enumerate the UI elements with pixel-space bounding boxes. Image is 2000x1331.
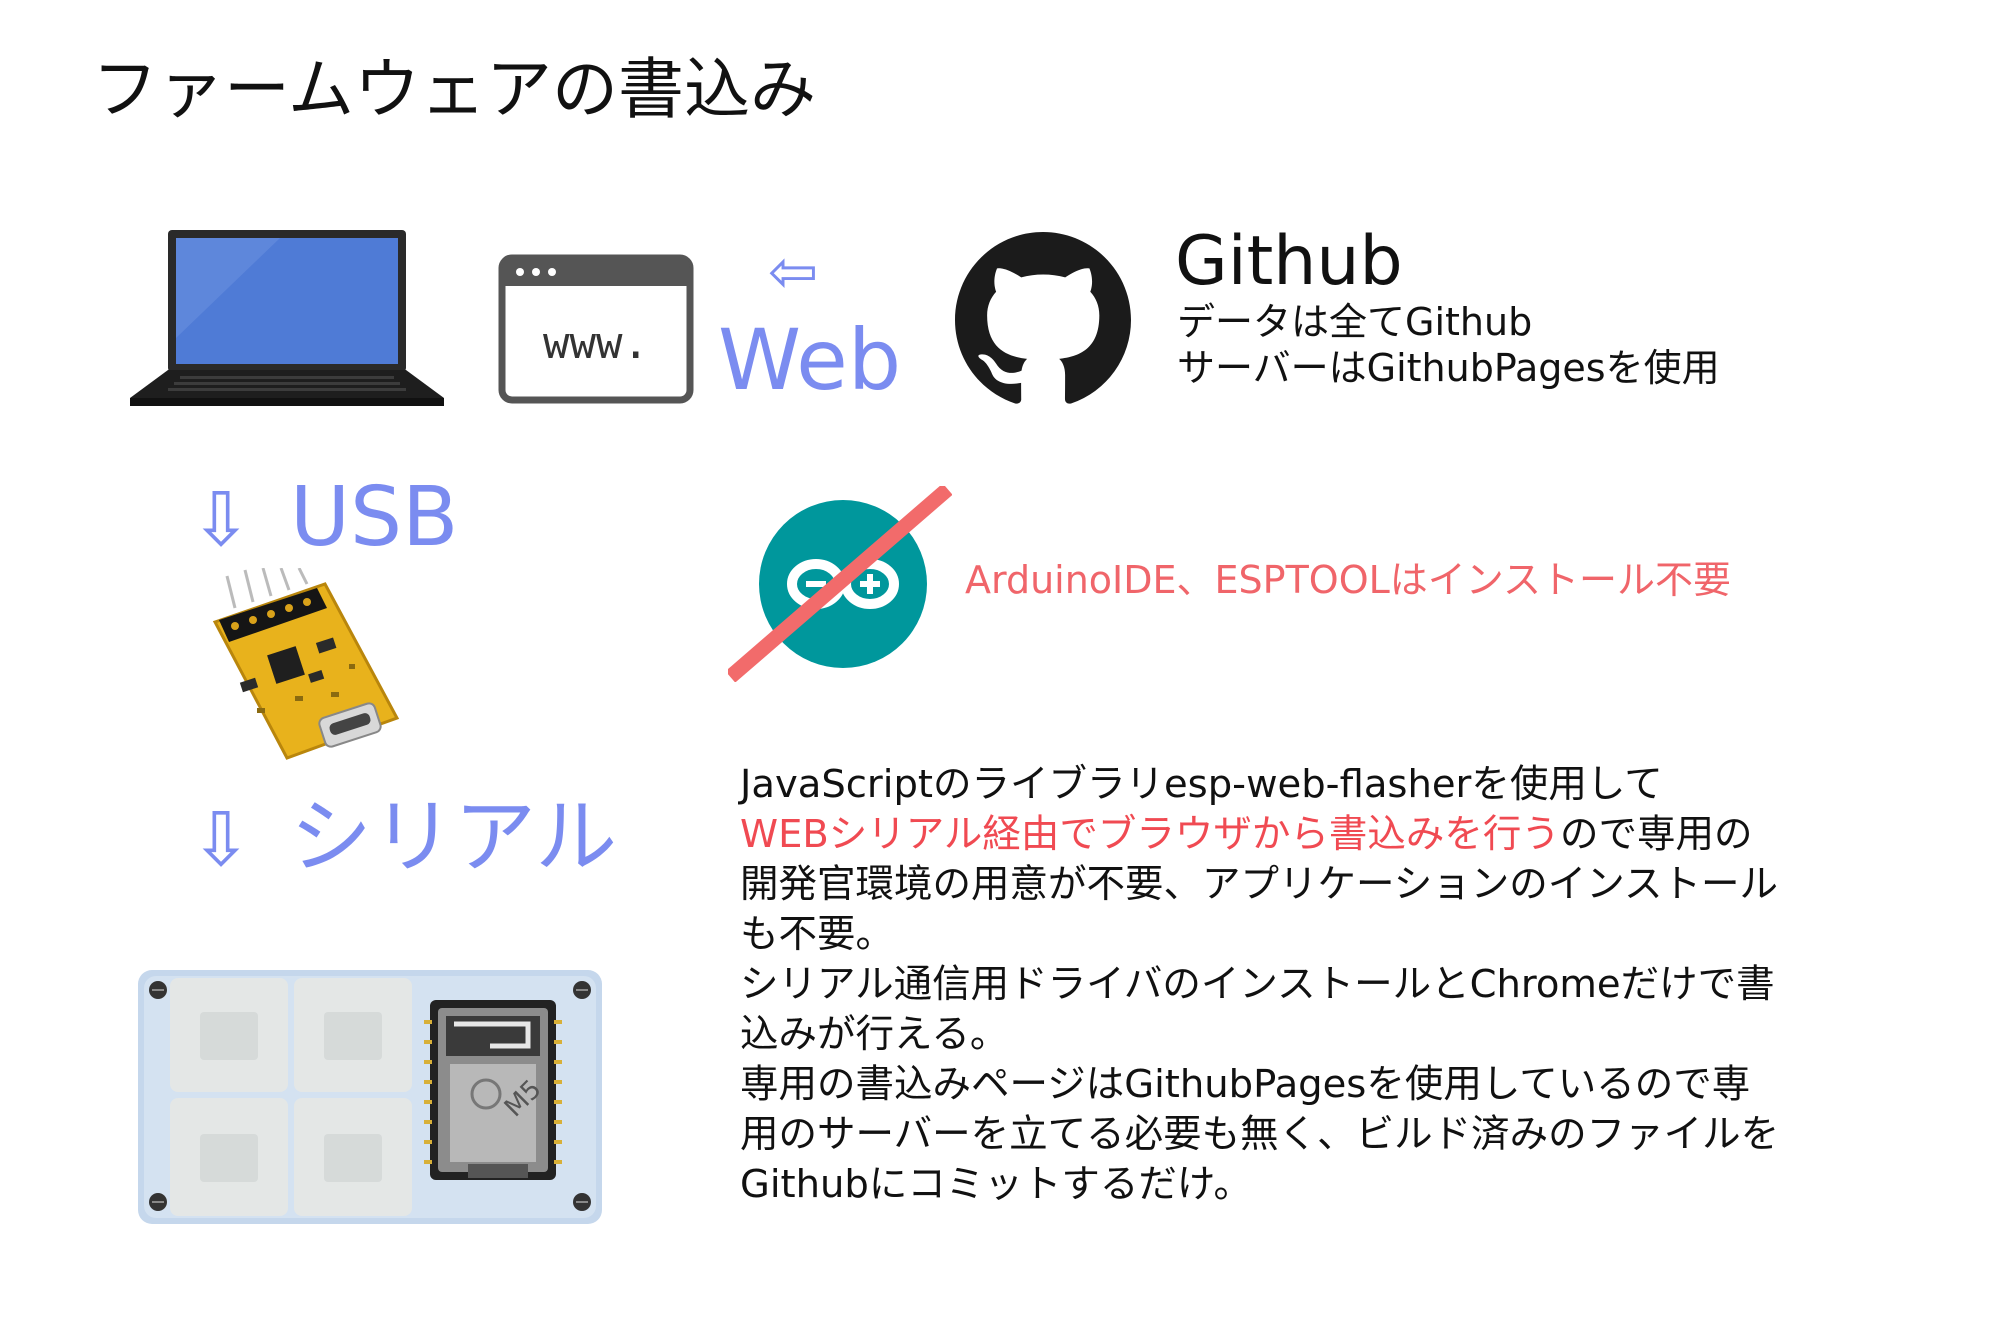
browser-www-text: www. [543,318,649,369]
usb-label: USB [290,470,459,565]
arduino-not-required-note: ArduinoIDE、ESPTOOLはインストール不要 [965,558,1732,602]
laptop-icon [130,228,444,408]
description-line: JavaScriptのライブラリesp-web-flasherを使用して [740,762,1663,807]
description-line: WEBシリアル経由でブラウザから書込みを行うので専用の [740,810,1880,860]
highlight-text: WEBシリアル経由でブラウザから書込みを行う [740,812,1560,857]
description-line: 用のサーバーを立てる必要も無く、ビルド済みのファイルを [740,1112,1780,1157]
description-block: JavaScriptのライブラリesp-web-flasherを使用して WEB… [740,760,1880,1210]
description-text: ので専用の [1559,812,1753,857]
github-title: Github [1175,222,1403,301]
serial-down-arrow-icon: ⇩ [190,797,253,883]
github-desc-line1: データは全てGithub [1177,300,1533,344]
strike-slash-icon [728,486,952,682]
usb-down-arrow-icon: ⇩ [190,477,253,563]
description-line: 込みが行える。 [740,1012,1009,1057]
description-line: Githubにコミットするだけ。 [740,1162,1252,1207]
usb-serial-board-image [205,568,405,768]
page-title: ファームウェアの書込み [92,51,817,128]
description-line: も不要。 [740,912,895,957]
browser-window-icon: www. [498,254,694,404]
description-line: 専用の書込みページはGithubPagesを使用しているので専 [740,1062,1751,1107]
serial-label: シリアル [290,790,618,885]
description-line: シリアル通信用ドライバのインストールとChromeだけで書 [740,962,1775,1007]
web-left-arrow-icon: ⇦ [768,237,819,307]
github-desc-line2: サーバーはGithubPagesを使用 [1177,346,1720,390]
description-line: 開発官環境の用意が不要、アプリケーションのインストール [740,862,1778,907]
github-octocat-icon [955,232,1131,408]
m5-device-image: M5 [138,968,602,1230]
web-label: Web [718,311,902,409]
